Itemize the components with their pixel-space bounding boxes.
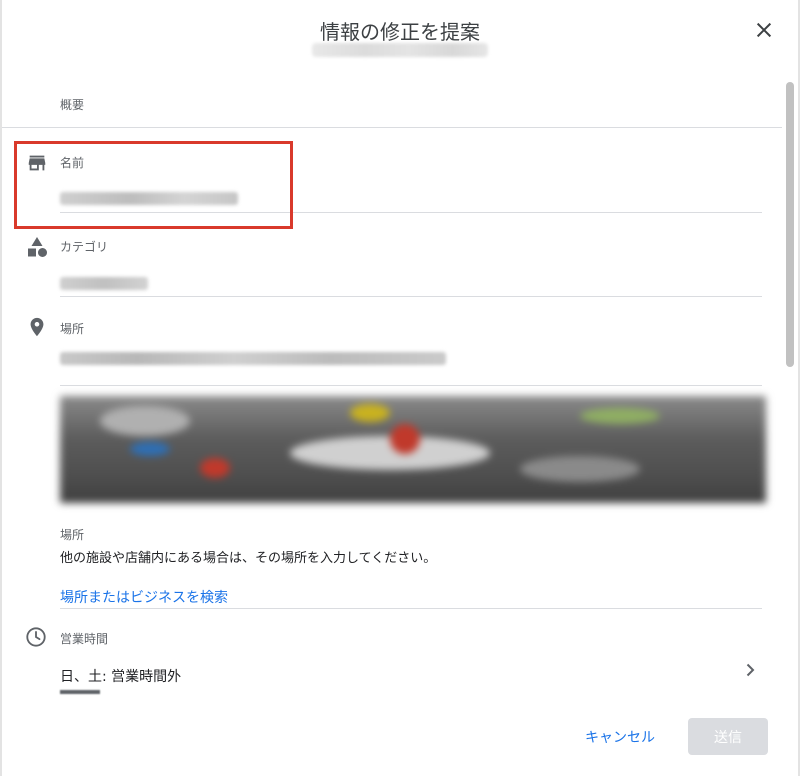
address-value-redacted	[60, 352, 446, 365]
hours-value[interactable]: 日、土: 営業時間外	[60, 666, 181, 686]
overview-divider	[2, 127, 782, 128]
name-field[interactable]	[60, 180, 762, 212]
indoor-location-label: 場所	[60, 528, 85, 542]
name-label: 名前	[60, 156, 85, 170]
category-field[interactable]	[60, 264, 762, 296]
chevron-right-icon[interactable]	[742, 662, 758, 678]
dialog-subtitle-redacted	[312, 43, 488, 57]
category-divider	[60, 296, 762, 297]
location-label: 場所	[60, 322, 85, 336]
category-label: カテゴリ	[60, 240, 109, 254]
overview-label: 概要	[60, 98, 85, 112]
storefront-icon	[28, 155, 46, 171]
indoor-location-divider	[60, 608, 762, 609]
location-pin-icon	[30, 317, 44, 337]
hours-label: 営業時間	[60, 632, 109, 646]
name-divider	[60, 212, 762, 213]
cancel-button[interactable]: キャンセル	[572, 720, 668, 754]
indoor-location-description: 他の施設や店舗内にある場合は、その場所を入力してください。	[60, 551, 437, 566]
search-place-link[interactable]: 場所またはビジネスを検索	[60, 587, 228, 607]
clock-icon	[26, 627, 46, 647]
map-preview[interactable]	[60, 396, 766, 503]
hours-next-line-cutoff	[60, 690, 100, 694]
category-value-redacted	[60, 277, 148, 290]
window-border-left	[0, 0, 2, 776]
name-value-redacted	[60, 192, 238, 205]
dialog-title: 情報の修正を提案	[320, 20, 480, 44]
submit-button[interactable]: 送信	[688, 718, 768, 755]
address-field[interactable]	[60, 340, 762, 384]
close-icon[interactable]	[748, 14, 780, 46]
address-divider	[60, 385, 762, 386]
scrollbar[interactable]	[786, 82, 794, 692]
category-shapes-icon	[28, 237, 47, 257]
scrollbar-thumb[interactable]	[786, 82, 794, 367]
